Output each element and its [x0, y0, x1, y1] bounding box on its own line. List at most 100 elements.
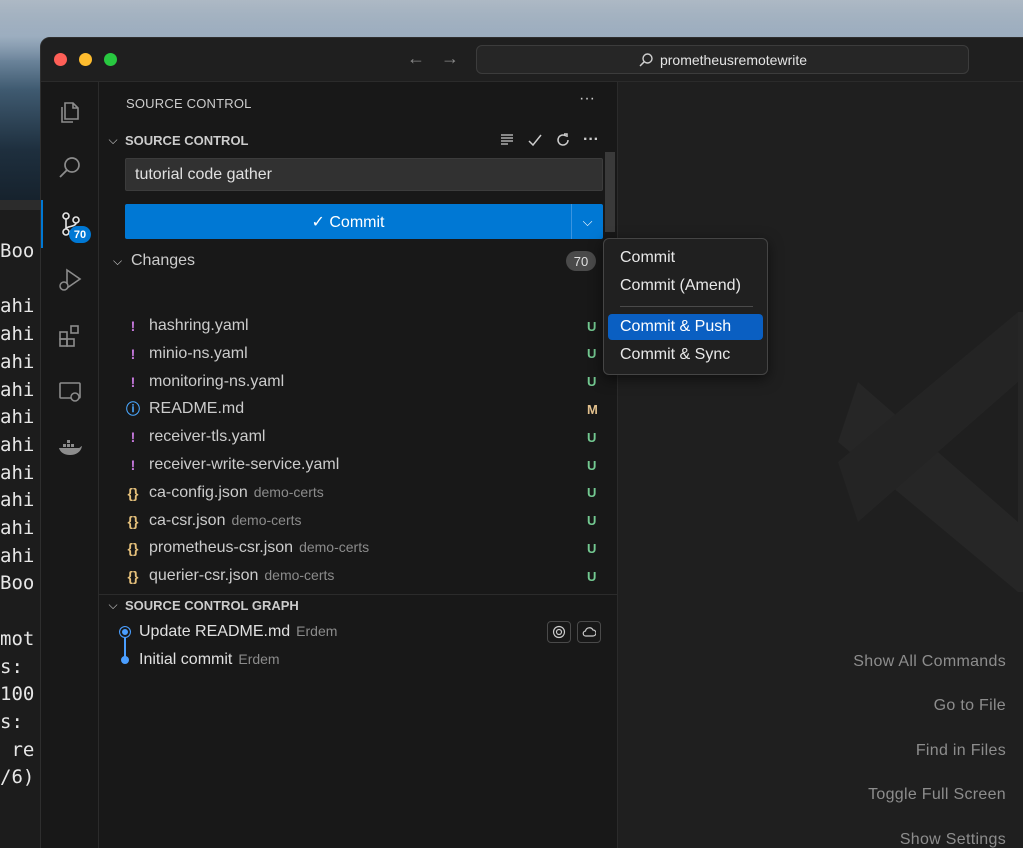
commit-button[interactable]: ✓ Commit	[125, 204, 571, 239]
changes-count-badge: 70	[566, 251, 596, 271]
search-icon	[639, 52, 653, 67]
chevron-down-icon: ⌵	[108, 598, 118, 612]
changed-file-row[interactable]: ! hashring.yaml U	[99, 312, 616, 340]
file-status-letter: M	[587, 401, 598, 417]
file-directory: demo-certs	[253, 483, 324, 500]
scm-more-actions[interactable]: ···	[583, 131, 599, 149]
refresh-icon[interactable]	[555, 132, 571, 148]
activity-bar: 70	[41, 82, 99, 848]
terminal-line: Boo	[0, 240, 35, 262]
search-icon	[59, 157, 80, 178]
command-center-search[interactable]: prometheusremotewrite	[476, 45, 969, 74]
file-name: ca-csr.json	[149, 511, 226, 529]
command-center-text: prometheusremotewrite	[659, 51, 808, 68]
changed-file-row[interactable]: ! receiver-write-service.yaml U	[99, 451, 616, 479]
terminal-line: s:	[0, 710, 23, 733]
vscode-watermark-icon	[838, 312, 1023, 592]
zoom-window-button[interactable]	[104, 53, 117, 66]
commit-message: Initial commit	[139, 651, 233, 668]
file-status-letter: U	[587, 374, 597, 390]
file-name: hashring.yaml	[149, 317, 249, 334]
json-file-icon: {}	[127, 568, 139, 585]
shortcut-show-all-commands: Show All Commands	[853, 653, 1006, 670]
explorer-activity[interactable]	[41, 88, 99, 136]
commit-message-input[interactable]: tutorial code gather	[125, 158, 603, 191]
file-name: monitoring-ns.yaml	[149, 372, 285, 390]
scm-section-header[interactable]: ⌵ SOURCE CONTROL ···	[99, 129, 618, 151]
yaml-file-icon: !	[130, 373, 136, 390]
changed-file-row[interactable]: ! monitoring-ns.yaml U	[99, 368, 616, 396]
terminal-line: /6)	[0, 766, 35, 789]
commit-node-icon	[121, 656, 129, 664]
terminal-line: 100	[0, 683, 35, 706]
file-status-letter: U	[587, 540, 597, 556]
yaml-file-icon: !	[130, 457, 136, 473]
target-icon[interactable]	[547, 621, 571, 643]
changed-file-row[interactable]: {} prometheus-csr.json demo-certs U	[99, 534, 616, 562]
changes-group-header[interactable]: ⌵ Changes 70	[113, 249, 603, 273]
scm-section-actions: ···	[499, 129, 599, 151]
scm-count-badge: 70	[69, 226, 91, 243]
cloud-icon[interactable]	[577, 621, 601, 643]
graph-section-title: SOURCE CONTROL GRAPH	[125, 598, 299, 613]
file-name: README.md	[149, 400, 245, 418]
terminal-line: ahi	[0, 433, 35, 456]
scm-section-title: SOURCE CONTROL	[125, 132, 249, 148]
source-control-activity[interactable]: 70	[41, 200, 99, 248]
commit-message: Update README.md	[139, 623, 291, 640]
graph-section-header[interactable]: ⌵ SOURCE CONTROL GRAPH	[99, 594, 618, 616]
menu-item-commit[interactable]: Commit	[608, 245, 763, 271]
changed-file-row[interactable]: {} querier-csr.json demo-certs U	[99, 562, 616, 590]
terminal-line: ahi	[0, 517, 35, 539]
file-status-letter: U	[587, 485, 597, 501]
graph-commit-row[interactable]: Initial commit Erdem	[99, 646, 616, 674]
sidebar-more-actions[interactable]: ···	[579, 90, 595, 108]
editor-area: Show All Commands Go to File Find in Fil…	[618, 82, 1023, 848]
checkmark-icon[interactable]	[527, 132, 543, 148]
file-name: ca-config.json	[149, 483, 248, 501]
file-status-letter: U	[587, 513, 597, 529]
search-activity[interactable]	[41, 144, 99, 192]
commit-options-menu: Commit Commit (Amend) Commit & Push Comm…	[603, 238, 768, 375]
run-debug-activity[interactable]	[41, 256, 99, 304]
file-name: receiver-write-service.yaml	[149, 456, 340, 473]
terminal-line: ahi	[0, 489, 35, 512]
changed-file-row[interactable]: {} ca-config.json demo-certs U	[99, 479, 616, 507]
changed-file-row[interactable]: {} ca-csr.json demo-certs U	[99, 507, 616, 535]
forward-arrow-icon[interactable]: →	[441, 48, 459, 69]
changed-file-row[interactable]: ⓘ README.md M	[99, 395, 616, 423]
terminal-line: ahi	[0, 295, 35, 318]
yaml-file-icon: !	[130, 318, 136, 334]
remote-explorer-icon	[59, 382, 81, 402]
file-name: receiver-tls.yaml	[149, 428, 266, 446]
yaml-file-icon: !	[130, 345, 136, 362]
commit-author: Erdem	[296, 623, 338, 639]
file-name: prometheus-csr.json	[149, 539, 294, 557]
extensions-activity[interactable]	[41, 312, 99, 360]
changed-file-row[interactable]: ! minio-ns.yaml U	[99, 340, 616, 368]
minimize-window-button[interactable]	[79, 53, 92, 66]
sidebar-scrollbar[interactable]	[605, 152, 615, 232]
chevron-down-icon: ⌵	[108, 132, 118, 147]
terminal-line: ahi	[0, 350, 35, 373]
graph-commit-row[interactable]: Update README.md Erdem	[99, 618, 616, 646]
extensions-icon	[59, 325, 79, 347]
commit-dropdown-button[interactable]: ⌵	[571, 204, 603, 239]
yaml-file-icon: !	[130, 429, 136, 446]
docker-activity[interactable]	[41, 424, 99, 472]
title-bar: ← → prometheusremotewrite	[41, 38, 1023, 82]
files-icon	[61, 102, 79, 123]
remote-explorer-activity[interactable]	[41, 368, 99, 416]
close-window-button[interactable]	[54, 53, 67, 66]
menu-item-commit-amend[interactable]: Commit (Amend)	[608, 273, 763, 299]
run-debug-icon	[59, 268, 82, 291]
changed-file-row[interactable]: ! receiver-tls.yaml U	[99, 423, 616, 451]
terminal-line: Boo	[0, 572, 35, 595]
back-arrow-icon[interactable]: ←	[407, 48, 425, 69]
file-status-letter: U	[587, 457, 597, 473]
menu-item-commit-sync[interactable]: Commit & Sync	[608, 342, 763, 368]
view-as-list-icon[interactable]	[499, 132, 515, 148]
terminal-line: ahi	[0, 378, 35, 401]
menu-item-commit-push[interactable]: Commit & Push	[608, 314, 763, 340]
file-status-letter: U	[587, 346, 597, 362]
